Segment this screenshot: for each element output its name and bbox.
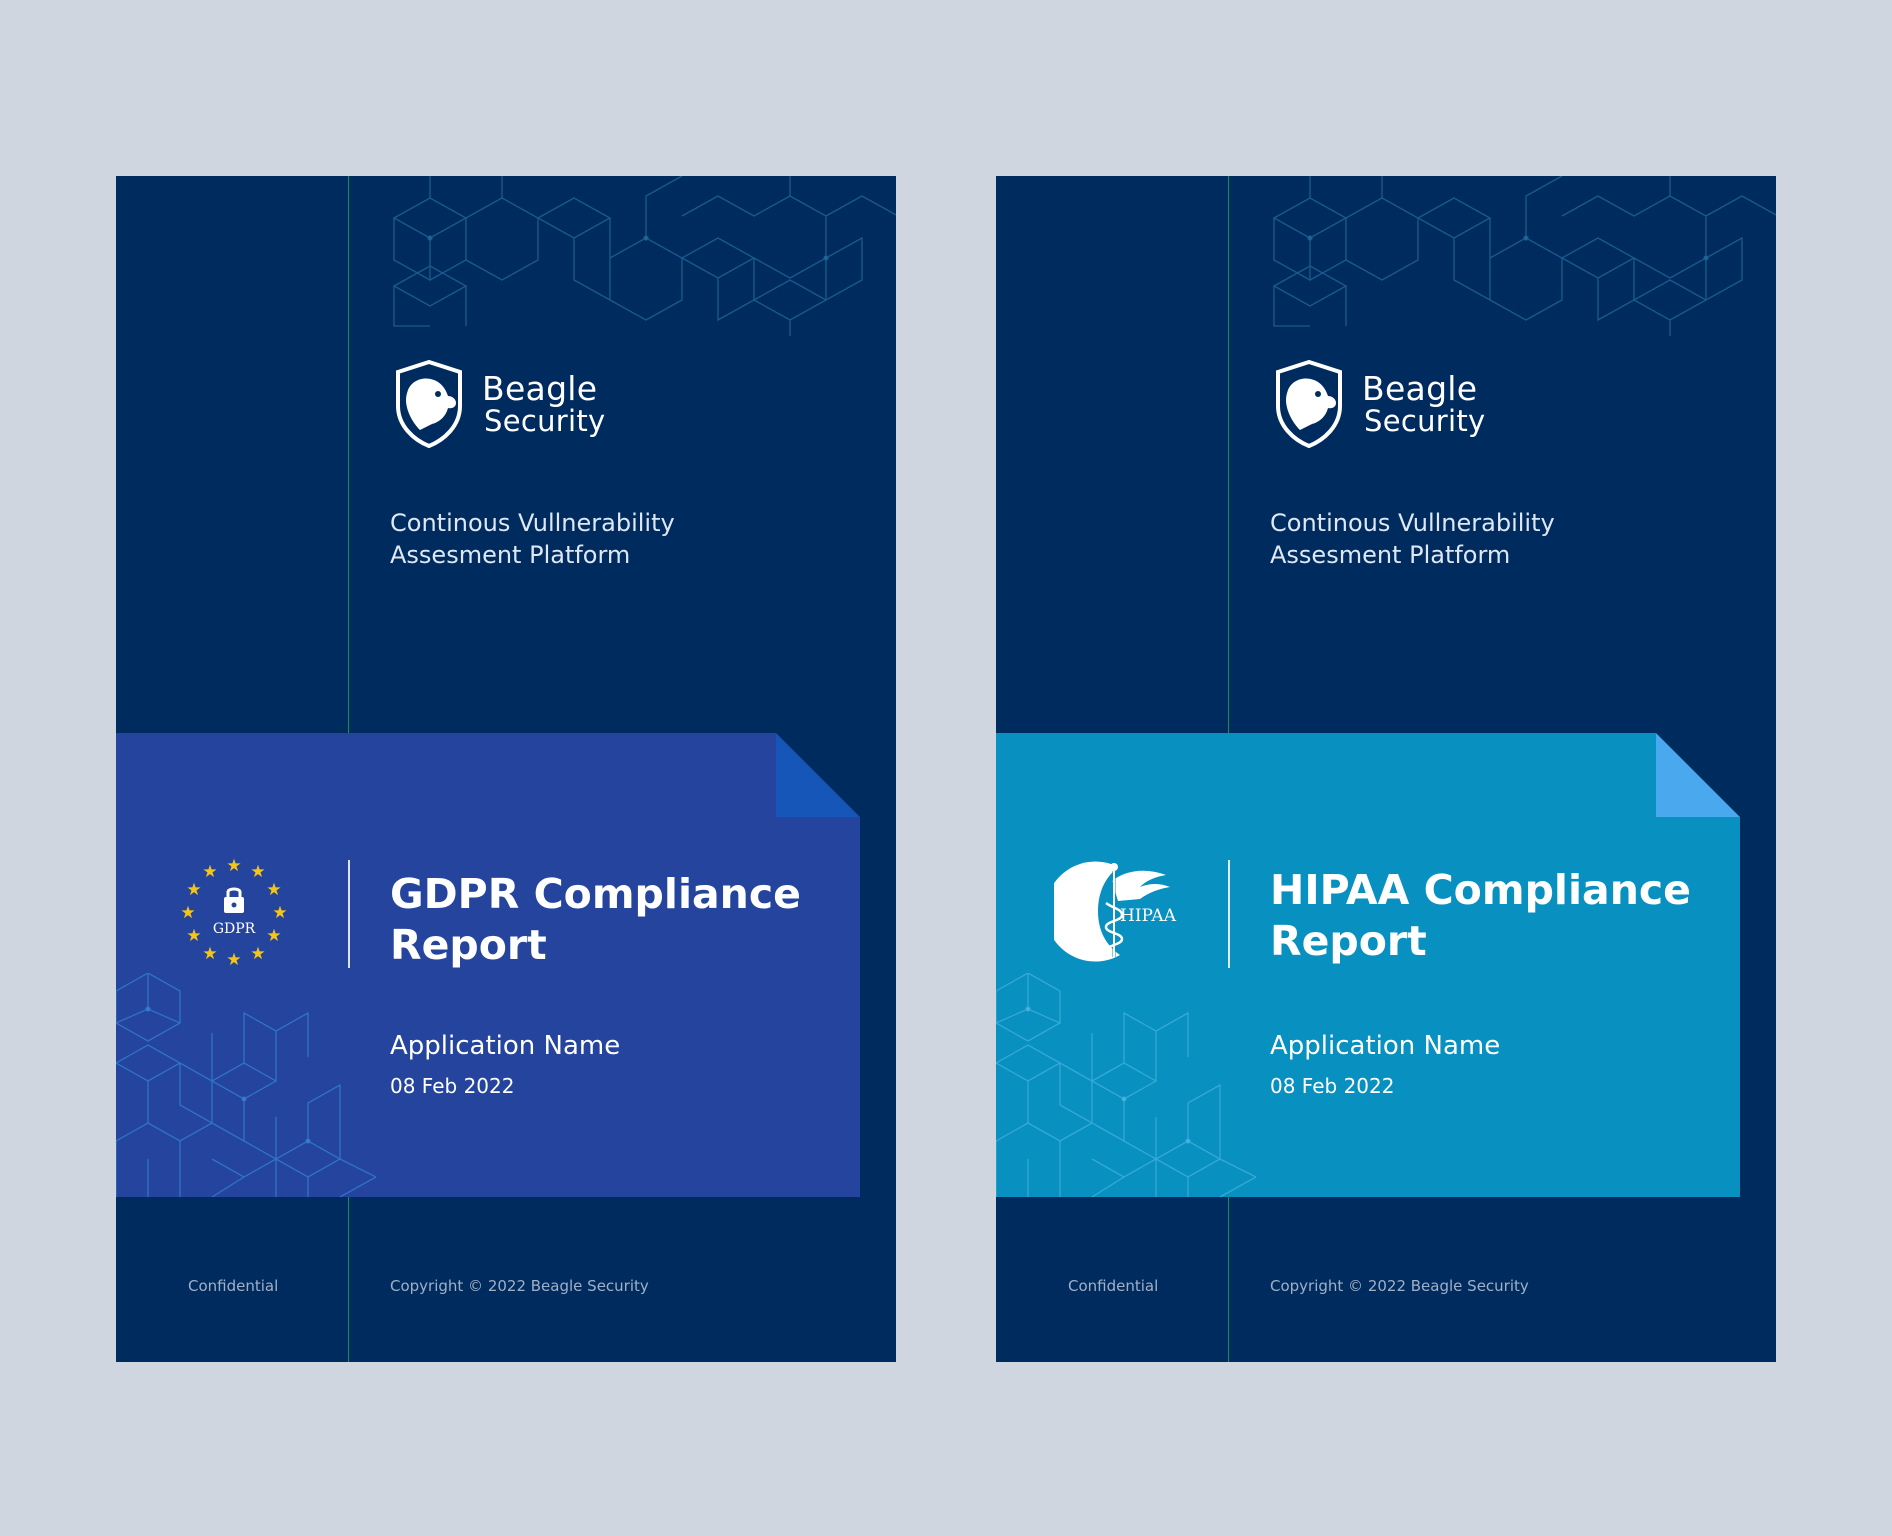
svg-text:★: ★ — [272, 903, 287, 923]
tagline-line2: Assesment Platform — [1270, 541, 1511, 569]
title-separator — [1228, 860, 1230, 968]
confidential-label: Confidential — [188, 1277, 279, 1295]
svg-text:★: ★ — [202, 944, 217, 964]
svg-text:★: ★ — [186, 880, 201, 900]
beagle-shield-icon — [396, 360, 462, 448]
geometric-pattern-bottom — [116, 973, 376, 1197]
beagle-security-logo: Beagle Security — [390, 360, 606, 448]
brand-name-line2: Security — [1364, 404, 1486, 439]
copyright-text: Copyright © 2022 Beagle Security — [390, 1277, 649, 1295]
tagline: Continous Vullnerability Assesment Platf… — [1270, 507, 1710, 571]
title-line2: Report — [390, 921, 547, 969]
application-name: Application Name — [390, 1031, 621, 1061]
svg-text:★: ★ — [250, 862, 265, 882]
title-separator — [348, 860, 350, 968]
accent-line — [1228, 1196, 1229, 1362]
report-date: 08 Feb 2022 — [1270, 1074, 1395, 1098]
badge-text: GDPR — [213, 921, 256, 937]
brand-name-line1: Beagle — [482, 368, 598, 408]
geometric-pattern-bottom — [996, 973, 1256, 1197]
svg-text:★: ★ — [226, 950, 241, 970]
svg-text:★: ★ — [186, 926, 201, 946]
title-band: HIPAA HIPAA Compliance Report Applicatio… — [996, 733, 1740, 1197]
report-title: HIPAA Compliance Report — [1270, 865, 1730, 967]
hipaa-report-cover: Beagle Security Continous Vullnerability… — [996, 176, 1776, 1362]
report-date: 08 Feb 2022 — [390, 1074, 515, 1098]
tagline-line1: Continous Vullnerability — [390, 509, 675, 537]
brand-name-line1: Beagle — [1362, 368, 1478, 408]
tagline: Continous Vullnerability Assesment Platf… — [390, 507, 830, 571]
svg-text:★: ★ — [266, 926, 281, 946]
accent-line — [1228, 176, 1229, 733]
gdpr-report-cover: Beagle Security Continous Vullnerability… — [116, 176, 896, 1362]
folded-corner — [1656, 733, 1740, 817]
title-line2: Report — [1270, 917, 1427, 965]
svg-text:★: ★ — [266, 880, 281, 900]
accent-line — [348, 176, 349, 733]
badge-text: HIPAA — [1120, 906, 1177, 926]
svg-text:★: ★ — [202, 862, 217, 882]
gdpr-stars-lock-icon: ★ ★ ★ ★ ★ ★ ★ ★ ★ ★ ★ ★ GDPR — [180, 856, 287, 970]
confidential-label: Confidential — [1068, 1277, 1159, 1295]
accent-line — [348, 1196, 349, 1362]
tagline-line2: Assesment Platform — [390, 541, 631, 569]
brand-name-line2: Security — [484, 404, 606, 439]
svg-text:★: ★ — [250, 944, 265, 964]
copyright-text: Copyright © 2022 Beagle Security — [1270, 1277, 1529, 1295]
title-line1: HIPAA Compliance — [1270, 866, 1691, 914]
hipaa-caduceus-icon: HIPAA — [1054, 861, 1177, 962]
beagle-security-logo: Beagle Security — [1270, 360, 1486, 448]
svg-text:★: ★ — [226, 856, 241, 876]
title-line1: GDPR Compliance — [390, 870, 801, 918]
beagle-shield-icon — [1276, 360, 1342, 448]
svg-text:★: ★ — [180, 903, 195, 923]
tagline-line1: Continous Vullnerability — [1270, 509, 1555, 537]
geometric-pattern-top — [1272, 176, 1776, 336]
application-name: Application Name — [1270, 1031, 1501, 1061]
title-band: ★ ★ ★ ★ ★ ★ ★ ★ ★ ★ ★ ★ GDPR GDPR Compli… — [116, 733, 860, 1197]
geometric-pattern-top — [392, 176, 896, 336]
report-title: GDPR Compliance Report — [390, 869, 850, 971]
folded-corner — [776, 733, 860, 817]
